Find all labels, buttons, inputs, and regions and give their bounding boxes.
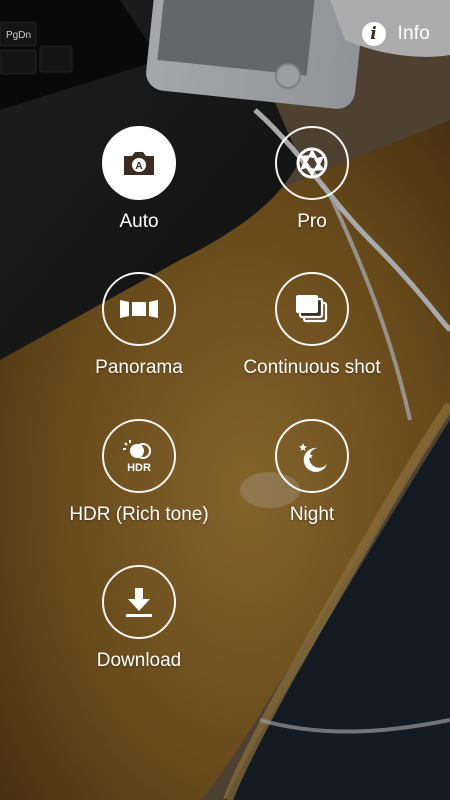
svg-text:A: A bbox=[135, 161, 142, 172]
camera-auto-icon: A bbox=[124, 152, 154, 175]
mode-label: Pro bbox=[297, 211, 327, 232]
night-moon-icon bbox=[299, 443, 327, 472]
mode-panorama[interactable]: Panorama bbox=[39, 272, 239, 379]
mode-pro[interactable]: Pro bbox=[212, 126, 412, 233]
mode-pro-button[interactable] bbox=[275, 126, 349, 200]
continuous-shot-icon bbox=[296, 295, 328, 323]
mode-night[interactable]: Night bbox=[212, 419, 412, 526]
info-button[interactable]: i Info bbox=[361, 18, 431, 50]
mode-continuous-shot[interactable]: Continuous shot bbox=[212, 272, 412, 379]
mode-label: Download bbox=[96, 650, 182, 671]
panorama-icon bbox=[120, 300, 158, 318]
info-icon: i bbox=[361, 22, 386, 46]
download-icon bbox=[126, 588, 152, 617]
mode-panorama-button[interactable] bbox=[102, 272, 176, 346]
hdr-icon-text: HDR bbox=[127, 462, 151, 474]
mode-continuous-shot-button[interactable] bbox=[275, 272, 349, 346]
mode-hdr-rich-tone[interactable]: HDR HDR (Rich tone) bbox=[39, 419, 239, 526]
mode-label: Continuous shot bbox=[243, 357, 381, 378]
mode-label: HDR (Rich tone) bbox=[69, 504, 209, 525]
mode-night-button[interactable] bbox=[275, 419, 349, 493]
background-dim-overlay bbox=[0, 0, 450, 800]
mode-label: Panorama bbox=[95, 357, 183, 378]
aperture-icon bbox=[296, 147, 328, 179]
mode-label: Night bbox=[289, 504, 335, 525]
keyboard-key-label: PgDn bbox=[6, 30, 32, 41]
mode-auto-button[interactable]: A bbox=[102, 126, 176, 200]
mode-auto[interactable]: A Auto bbox=[39, 126, 239, 233]
info-label: Info bbox=[397, 23, 430, 44]
mode-hdr-button[interactable]: HDR bbox=[102, 419, 176, 493]
hdr-icon: HDR bbox=[121, 438, 157, 474]
mode-download-button[interactable] bbox=[102, 565, 176, 639]
mode-label: Auto bbox=[119, 211, 159, 232]
mode-download[interactable]: Download bbox=[39, 565, 239, 672]
